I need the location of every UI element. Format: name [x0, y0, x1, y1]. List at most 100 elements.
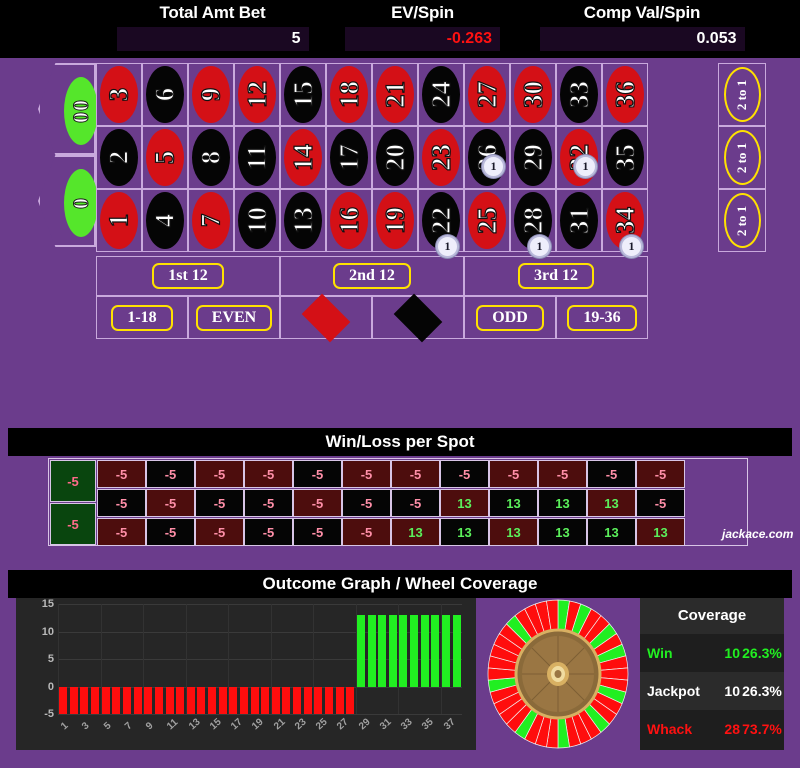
stat-value: 0.053 [539, 27, 745, 51]
bet-spot-29[interactable]: 29 [510, 126, 556, 189]
roulette-table: 000 369121518212427303336258111417202326… [0, 58, 800, 398]
stat-value: 5 [116, 27, 309, 51]
outside-bet-1-18[interactable]: 1-18 [96, 296, 188, 339]
bet-chip-split-23-26[interactable]: 1 [482, 155, 505, 178]
bet-spot-33[interactable]: 33 [556, 63, 602, 126]
dozen-label: 3rd 12 [518, 263, 594, 289]
stat-comp-val-per-spin: Comp Val/Spin 0.053 [527, 0, 757, 58]
column-bet-label: 2 to 1 [734, 142, 750, 173]
bet-spot-1[interactable]: 1 [96, 189, 142, 252]
number-oval: 31 [560, 192, 598, 249]
bet-chip-split-25-28[interactable]: 1 [528, 235, 551, 258]
bet-spot-8[interactable]: 8 [188, 126, 234, 189]
bet-spot-23[interactable]: 23 [418, 126, 464, 189]
stat-ev-per-spin: EV/Spin -0.263 [320, 0, 525, 58]
bet-spot-36[interactable]: 36 [602, 63, 648, 126]
number-label: 8 [195, 150, 226, 165]
winloss-cell: -5 [146, 460, 195, 488]
number-label: 12 [241, 80, 272, 108]
winloss-cell: 13 [587, 518, 636, 546]
outside-bet-odd[interactable]: ODD [464, 296, 556, 339]
number-oval: 14 [284, 129, 322, 186]
bet-spot-0[interactable]: 0 [38, 155, 96, 247]
chart-bar [271, 686, 280, 714]
bet-spot-3[interactable]: 3 [96, 63, 142, 126]
number-oval: 4 [146, 192, 184, 249]
watermark: jackace.com [722, 527, 794, 541]
bet-spot-16[interactable]: 16 [326, 189, 372, 252]
dozen-bet-3[interactable]: 3rd 12 [464, 256, 648, 296]
bet-spot-9[interactable]: 9 [188, 63, 234, 126]
chart-x-tick-label: 11 [165, 716, 181, 733]
dozen-bet-2[interactable]: 2nd 12 [280, 256, 464, 296]
winloss-cell: -5 [587, 460, 636, 488]
bet-chip-split-31-34[interactable]: 1 [620, 235, 643, 258]
bet-spot-35[interactable]: 35 [602, 126, 648, 189]
outside-bet-19-36[interactable]: 19-36 [556, 296, 648, 339]
number-label: 2 [103, 150, 134, 165]
chart-gridline [58, 604, 462, 605]
coverage-label: Whack [647, 721, 693, 737]
bet-spot-2[interactable]: 2 [96, 126, 142, 189]
winloss-panel-title: Win/Loss per Spot [8, 428, 792, 456]
number-oval: 11 [238, 129, 276, 186]
chart-x-tick-label: 25 [314, 716, 330, 733]
bet-spot-18[interactable]: 18 [326, 63, 372, 126]
stat-title: EV/Spin [391, 3, 454, 22]
bet-spot-24[interactable]: 24 [418, 63, 464, 126]
chart-bar [441, 615, 450, 687]
bet-spot-27[interactable]: 27 [464, 63, 510, 126]
bet-spot-5[interactable]: 5 [142, 126, 188, 189]
chart-bar [69, 686, 78, 714]
coverage-row-jackpot: Jackpot 10 26.3% [640, 672, 784, 710]
number-label: 31 [563, 206, 594, 234]
bet-spot-19[interactable]: 19 [372, 189, 418, 252]
outside-bet-red[interactable] [280, 293, 372, 342]
outcome-panel-title: Outcome Graph / Wheel Coverage [8, 570, 792, 598]
chart-x-tick-label: 15 [207, 716, 224, 733]
outside-bet-black[interactable] [372, 293, 464, 342]
chart-plot-area: 15 10 5 0 -5 1 3 5 7 9 11 13 15 17 19 21 23 25 27 29 31 33 35… [42, 598, 462, 732]
bet-spot-11[interactable]: 11 [234, 126, 280, 189]
number-label: 6 [149, 87, 180, 102]
bet-spot-6[interactable]: 6 [142, 63, 188, 126]
coverage-label: Jackpot [647, 683, 700, 699]
bet-spot-31[interactable]: 31 [556, 189, 602, 252]
roulette-wheel-graphic [482, 598, 634, 750]
column-bet-3[interactable]: 2 to 1 [718, 189, 766, 252]
bet-spot-20[interactable]: 20 [372, 126, 418, 189]
bet-spot-25[interactable]: 25 [464, 189, 510, 252]
chart-bar [197, 686, 206, 714]
chart-x-tick-label: 33 [399, 716, 415, 733]
bet-chip-split-29-32[interactable]: 1 [574, 155, 597, 178]
dozen-bet-1[interactable]: 1st 12 [96, 256, 280, 296]
bet-spot-7[interactable]: 7 [188, 189, 234, 252]
number-label: 25 [471, 206, 502, 234]
bet-spot-13[interactable]: 13 [280, 189, 326, 252]
column-bet-1[interactable]: 2 to 1 [718, 63, 766, 126]
chart-bar [378, 615, 387, 687]
chart-bar [144, 686, 153, 714]
bet-spot-30[interactable]: 30 [510, 63, 556, 126]
chart-x-tick-label: 23 [292, 716, 309, 733]
chart-bar [208, 686, 217, 714]
number-label: 19 [379, 206, 410, 234]
coverage-row-whack: Whack 28 73.7% [640, 710, 784, 748]
bet-spot-12[interactable]: 12 [234, 63, 280, 126]
bet-spot-15[interactable]: 15 [280, 63, 326, 126]
number-label: 3 [103, 87, 134, 102]
stat-value: -0.263 [345, 27, 500, 51]
chart-bar [293, 686, 302, 714]
bet-spot-4[interactable]: 4 [142, 189, 188, 252]
bet-spot-14[interactable]: 14 [280, 126, 326, 189]
bet-spot-00[interactable]: 00 [38, 63, 96, 155]
column-bet-2[interactable]: 2 to 1 [718, 126, 766, 189]
bet-spot-10[interactable]: 10 [234, 189, 280, 252]
number-oval: 29 [514, 129, 552, 186]
chart-gridline [58, 714, 462, 715]
bet-spot-21[interactable]: 21 [372, 63, 418, 126]
number-label: 33 [563, 80, 594, 108]
bet-chip-split-19-22[interactable]: 1 [436, 235, 459, 258]
bet-spot-17[interactable]: 17 [326, 126, 372, 189]
outside-bet-even[interactable]: EVEN [188, 296, 280, 339]
